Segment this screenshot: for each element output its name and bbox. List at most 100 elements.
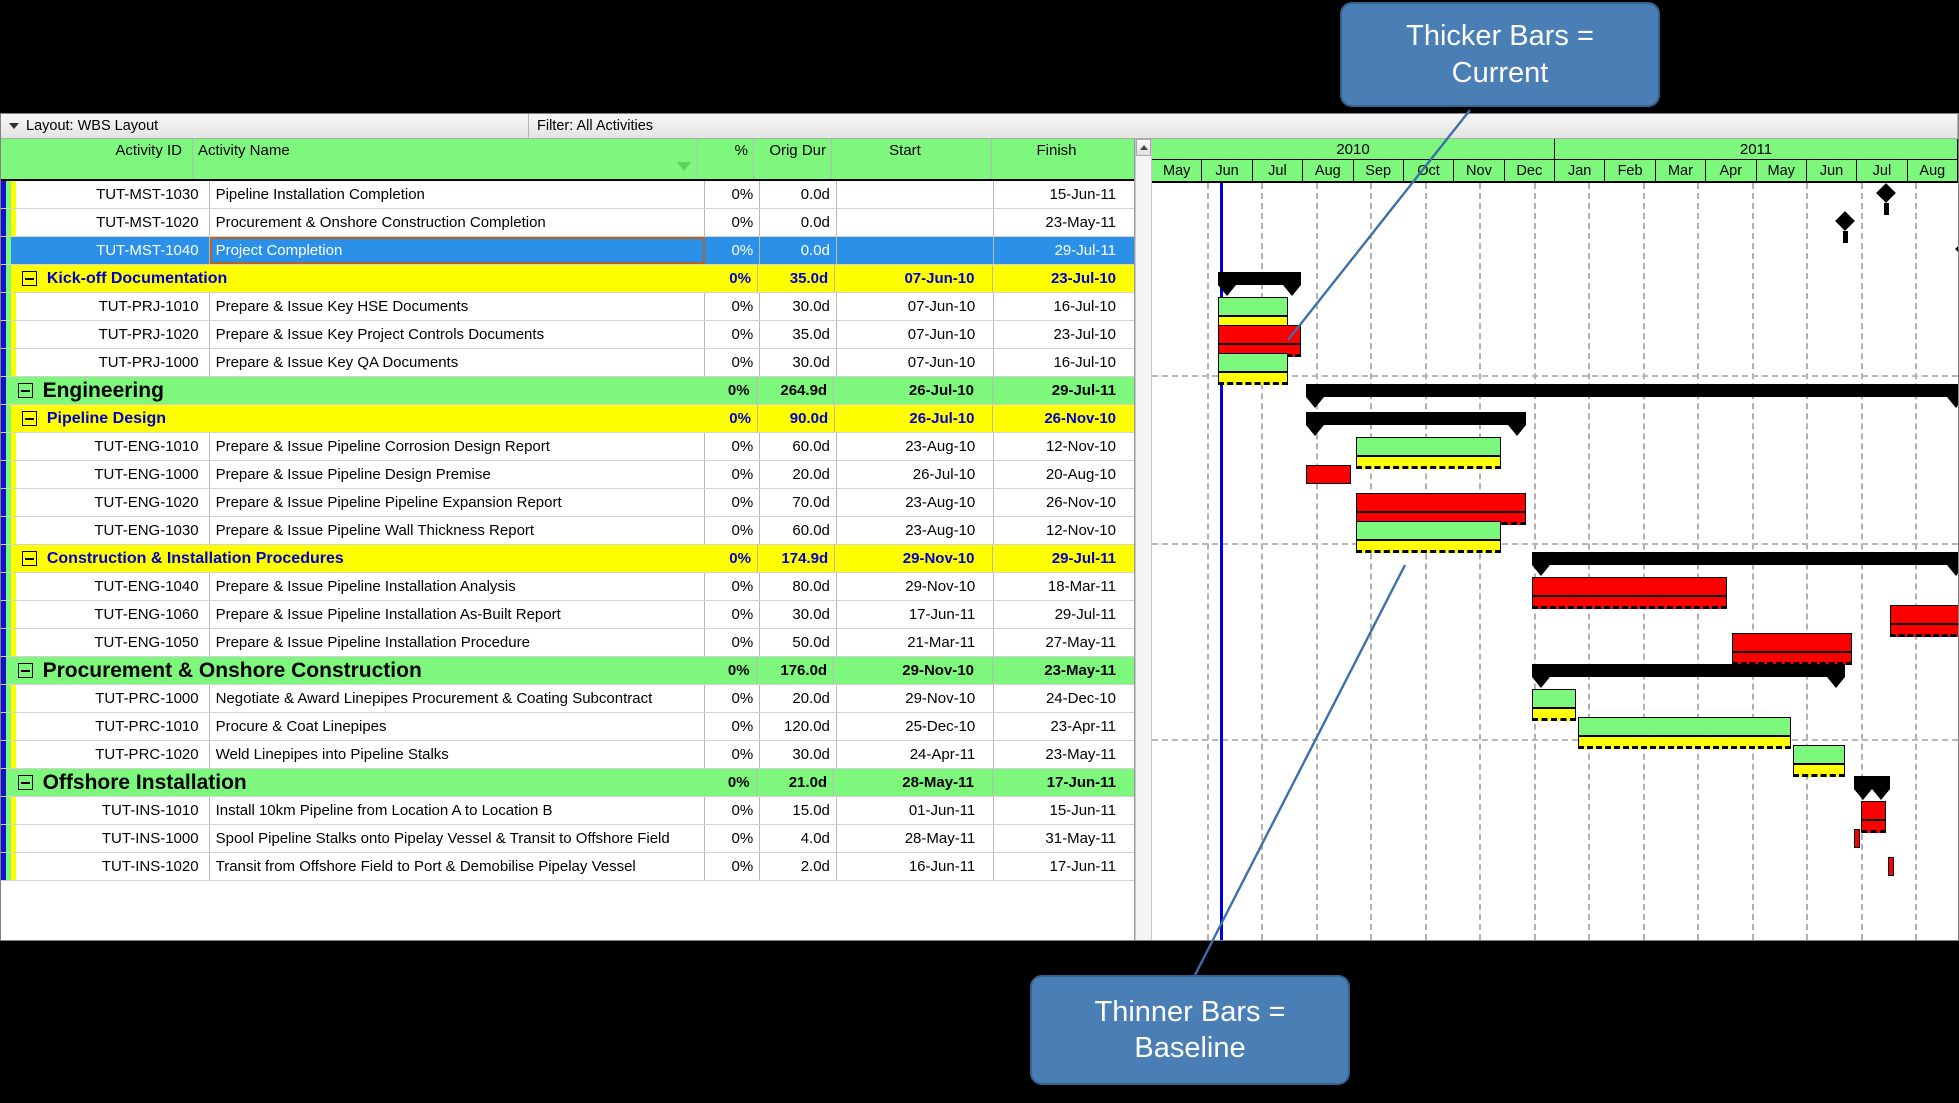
table-row[interactable]: TUT-MST-1030 Pipeline Installation Comple… (1, 181, 1134, 209)
gantt-current-bar[interactable] (1889, 605, 1958, 624)
cell-start: 07-Jun-10 (837, 293, 995, 320)
cell-percent: 0% (705, 629, 761, 656)
gantt-milestone-diamond[interactable] (1876, 183, 1896, 203)
table-row[interactable]: TUT-PRC-1020 Weld Linepipes into Pipeline… (1, 741, 1134, 769)
gantt-current-bar[interactable] (1356, 521, 1502, 540)
table-row[interactable]: TUT-INS-1000 Spool Pipeline Stalks onto P… (1, 825, 1134, 853)
table-row[interactable]: Kick-off Documentation 0% 35.0d 07-Jun-10 23… (1, 265, 1134, 293)
gantt-baseline-bar[interactable] (1889, 624, 1958, 637)
cell-percent: 0% (705, 741, 761, 768)
cell-finish: 31-May-11 (1045, 830, 1116, 847)
gantt-milestone-diamond[interactable] (1834, 211, 1855, 231)
gantt-summary-bar[interactable] (1218, 272, 1301, 296)
column-header-orig-dur[interactable]: Orig Dur (754, 139, 832, 179)
table-row[interactable]: TUT-ENG-1050 Prepare & Issue Pipeline Ins… (1, 629, 1134, 657)
column-header-percent[interactable]: % (698, 139, 754, 179)
cell-orig-dur: 80.0d (760, 573, 837, 600)
gantt-current-bar[interactable] (1861, 801, 1887, 820)
gantt-current-bar[interactable] (1218, 325, 1301, 344)
vertical-scrollbar[interactable] (1135, 139, 1152, 940)
gantt-baseline-bar[interactable] (1356, 456, 1502, 469)
gantt-baseline-bar[interactable] (1578, 736, 1792, 749)
cell-percent: 0% (701, 657, 757, 684)
cell-activity-name: Pipeline Installation Completion (210, 181, 706, 208)
gantt-summary-bar[interactable] (1853, 776, 1890, 800)
gantt-milestone-diamond[interactable] (1954, 239, 1958, 259)
gantt-summary-bar[interactable] (1305, 384, 1958, 408)
gantt-current-bar[interactable] (1356, 493, 1527, 512)
gantt-current-bar[interactable] (1218, 353, 1289, 372)
wbs-collapse-icon[interactable] (17, 663, 33, 678)
scrollbar-track[interactable] (1136, 156, 1151, 940)
table-row[interactable]: TUT-ENG-1000 Prepare & Issue Pipeline Des… (1, 461, 1134, 489)
gantt-baseline-bar[interactable] (1356, 540, 1502, 553)
scroll-up-button[interactable] (1136, 139, 1151, 156)
table-row[interactable]: TUT-MST-1020 Procurement & Onshore Constr… (1, 209, 1134, 237)
gantt-current-bar[interactable] (1305, 465, 1351, 484)
cell-orig-dur: 264.9d (757, 377, 835, 404)
column-header-activity-id[interactable]: Activity ID (1, 139, 193, 179)
gantt-current-bar[interactable] (1732, 633, 1853, 652)
gantt-current-bar[interactable] (1218, 297, 1289, 316)
table-row[interactable]: TUT-ENG-1040 Prepare & Issue Pipeline Ins… (1, 573, 1134, 601)
gantt-gridline-vertical (1370, 183, 1372, 940)
layout-selector[interactable]: Layout: WBS Layout (1, 114, 529, 138)
gantt-gridline-horizontal (1152, 543, 1958, 545)
gantt-summary-bar[interactable] (1531, 664, 1846, 688)
cell-activity-id: TUT-PRJ-1010 (21, 293, 210, 320)
column-header-finish[interactable]: Finish (992, 139, 1134, 179)
table-row[interactable]: Engineering 0% 264.9d 26-Jul-10 29-Jul-11 (1, 377, 1134, 405)
row-indent-gutter (1, 629, 21, 656)
wbs-collapse-icon[interactable] (21, 271, 37, 286)
gantt-current-bar[interactable] (1887, 857, 1894, 876)
cell-start: 25-Dec-10 (837, 713, 995, 740)
table-row[interactable]: TUT-ENG-1010 Prepare & Issue Pipeline Cor… (1, 433, 1134, 461)
gantt-summary-bar[interactable] (1531, 552, 1958, 576)
timescale-month-jul-2: Jul (1253, 160, 1304, 181)
table-row[interactable]: TUT-MST-1040 Project Completion 0% 0.0d 29-J… (1, 237, 1134, 265)
table-row[interactable]: TUT-PRJ-1000 Prepare & Issue Key QA Docum… (1, 349, 1134, 377)
gantt-baseline-bar[interactable] (1531, 596, 1727, 609)
table-row[interactable]: TUT-INS-1020 Transit from Offshore Field … (1, 853, 1134, 881)
wbs-collapse-icon[interactable] (17, 383, 33, 398)
table-row[interactable]: Offshore Installation 0% 21.0d 28-May-11 17-… (1, 769, 1134, 797)
table-row[interactable]: TUT-PRJ-1020 Prepare & Issue Key Project … (1, 321, 1134, 349)
wbs-collapse-icon[interactable] (21, 551, 37, 566)
gantt-current-bar[interactable] (1356, 437, 1502, 456)
column-header-activity-name[interactable]: Activity Name (193, 139, 698, 179)
gantt-summary-bar[interactable] (1305, 412, 1527, 436)
column-header-start[interactable]: Start (832, 139, 992, 179)
row-indent-gutter (1, 657, 11, 684)
cell-percent: 0% (705, 713, 761, 740)
table-row[interactable]: TUT-ENG-1060 Prepare & Issue Pipeline Ins… (1, 601, 1134, 629)
timescale-month-jun-1: Jun (1202, 160, 1253, 181)
table-row[interactable]: TUT-PRC-1010 Procure & Coat Linepipes 0% 12… (1, 713, 1134, 741)
gantt-current-bar[interactable] (1578, 717, 1792, 736)
table-row[interactable]: Procurement & Onshore Construction 0% 176.… (1, 657, 1134, 685)
table-row[interactable]: TUT-INS-1010 Install 10km Pipeline from L… (1, 797, 1134, 825)
gantt-baseline-bar[interactable] (1861, 820, 1887, 833)
gantt-baseline-bar[interactable] (1531, 708, 1577, 721)
gantt-timescale: 2010 2011 May Jun Jul Aug Sep Oct Nov Dec Jan Feb M… (1152, 139, 1958, 183)
table-row[interactable]: TUT-ENG-1020 Prepare & Issue Pipeline Pip… (1, 489, 1134, 517)
timescale-month-dec-7: Dec (1505, 160, 1555, 181)
gantt-current-bar[interactable] (1531, 689, 1577, 708)
filter-selector[interactable]: Filter: All Activities (529, 114, 1958, 138)
table-row[interactable]: TUT-PRJ-1010 Prepare & Issue Key HSE Docu… (1, 293, 1134, 321)
gantt-current-bar[interactable] (1853, 829, 1860, 848)
sort-indicator-icon (677, 162, 691, 171)
cell-orig-dur: 0.0d (760, 209, 837, 236)
table-row[interactable]: Construction & Installation Procedures 0%… (1, 545, 1134, 573)
row-indent-gutter (1, 489, 21, 516)
gantt-baseline-bar[interactable] (1792, 764, 1845, 777)
gantt-current-bar[interactable] (1792, 745, 1845, 764)
cell-percent: 0% (701, 769, 757, 796)
wbs-collapse-icon[interactable] (21, 411, 37, 426)
table-row[interactable]: TUT-PRC-1000 Negotiate & Award Linepipes … (1, 685, 1134, 713)
gantt-bars-area[interactable] (1152, 183, 1958, 940)
wbs-collapse-icon[interactable] (17, 775, 33, 790)
table-row[interactable]: Pipeline Design 0% 90.0d 26-Jul-10 26-Nov-10 (1, 405, 1134, 433)
gantt-current-bar[interactable] (1531, 577, 1727, 596)
table-row[interactable]: TUT-ENG-1030 Prepare & Issue Pipeline Wal… (1, 517, 1134, 545)
gantt-baseline-bar[interactable] (1218, 372, 1289, 385)
